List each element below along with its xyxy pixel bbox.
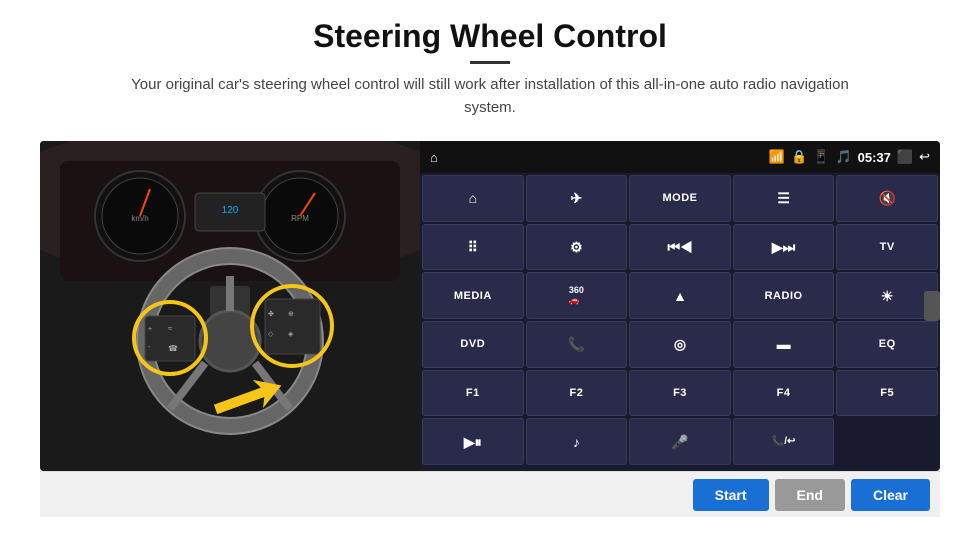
svg-text:≈: ≈ [168,324,173,333]
title-section: Steering Wheel Control Your original car… [110,18,870,133]
btn-empty-2 [422,467,524,469]
sim-icon: 📱 [813,149,829,165]
btn-radio[interactable]: RADIO [733,272,835,319]
scroll-indicator[interactable] [924,291,940,321]
btn-menu[interactable]: ☰ [733,175,835,222]
screen-icon: ⬛ [897,149,913,165]
lock-icon: 🔒 [791,149,807,165]
btn-call[interactable]: 📞 [526,321,628,368]
btn-settings[interactable]: ⚙ [526,224,628,271]
svg-text:⊕: ⊕ [288,311,294,318]
bluetooth-icon: 🎵 [835,149,851,165]
svg-text:120: 120 [222,205,239,216]
status-time: 05:37 [858,150,891,165]
btn-eject[interactable]: ▲ [629,272,731,319]
page-title: Steering Wheel Control [110,18,870,55]
clear-button[interactable]: Clear [851,479,930,511]
btn-eq[interactable]: EQ [836,321,938,368]
button-grid: ⌂ ✈ MODE ☰ 🔇 ⠿ ⚙ ⏮◀ ▶⏭ TV MEDIA 360🚗 ▲ R… [420,173,940,471]
btn-compass[interactable]: ◎ [629,321,731,368]
car-image: km/h RPM 120 [40,141,420,471]
btn-brightness[interactable]: ☀ [836,272,938,319]
wifi-icon: 📶 [769,149,785,165]
btn-mode[interactable]: MODE [629,175,731,222]
content-row: km/h RPM 120 [40,141,940,471]
btn-prev[interactable]: ⏮◀ [629,224,731,271]
title-divider [470,61,510,64]
btn-f1[interactable]: F1 [422,370,524,417]
bottom-bar: Start End Clear [40,471,940,517]
ui-panel: ⌂ 📶 🔒 📱 🎵 05:37 ⬛ ↩ ⌂ ✈ MODE ☰ [420,141,940,471]
car-bg: km/h RPM 120 [40,141,420,471]
btn-f3[interactable]: F3 [629,370,731,417]
btn-music[interactable]: ♪ [526,418,628,465]
btn-f2[interactable]: F2 [526,370,628,417]
page-container: Steering Wheel Control Your original car… [0,0,980,544]
back-icon: ↩ [919,149,930,165]
svg-text:◇: ◇ [268,331,274,338]
btn-f4[interactable]: F4 [733,370,835,417]
btn-navigate[interactable]: ✈ [526,175,628,222]
btn-playpause[interactable]: ▶⏸ [422,418,524,465]
status-bar: ⌂ 📶 🔒 📱 🎵 05:37 ⬛ ↩ [420,141,940,173]
start-button[interactable]: Start [693,479,769,511]
btn-screen-rect[interactable]: ▬ [733,321,835,368]
status-bar-left: ⌂ [430,150,438,165]
btn-home[interactable]: ⌂ [422,175,524,222]
btn-media[interactable]: MEDIA [422,272,524,319]
btn-mute[interactable]: 🔇 [836,175,938,222]
home-status-icon: ⌂ [430,150,438,165]
btn-call-hangup[interactable]: 📞/↩ [733,418,835,465]
btn-f5[interactable]: F5 [836,370,938,417]
end-button[interactable]: End [775,479,845,511]
btn-tv[interactable]: TV [836,224,938,271]
btn-apps[interactable]: ⠿ [422,224,524,271]
svg-text:☎: ☎ [168,344,178,353]
page-subtitle: Your original car's steering wheel contr… [110,74,870,119]
status-bar-right: 📶 🔒 📱 🎵 05:37 ⬛ ↩ [769,149,930,165]
btn-dvd[interactable]: DVD [422,321,524,368]
btn-empty-1 [836,418,938,465]
svg-text:◈: ◈ [288,331,294,338]
btn-360cam[interactable]: 360🚗 [526,272,628,319]
btn-mic[interactable]: 🎤 [629,418,731,465]
svg-text:+: + [148,326,152,333]
svg-text:✤: ✤ [268,310,274,318]
btn-next[interactable]: ▶⏭ [733,224,835,271]
